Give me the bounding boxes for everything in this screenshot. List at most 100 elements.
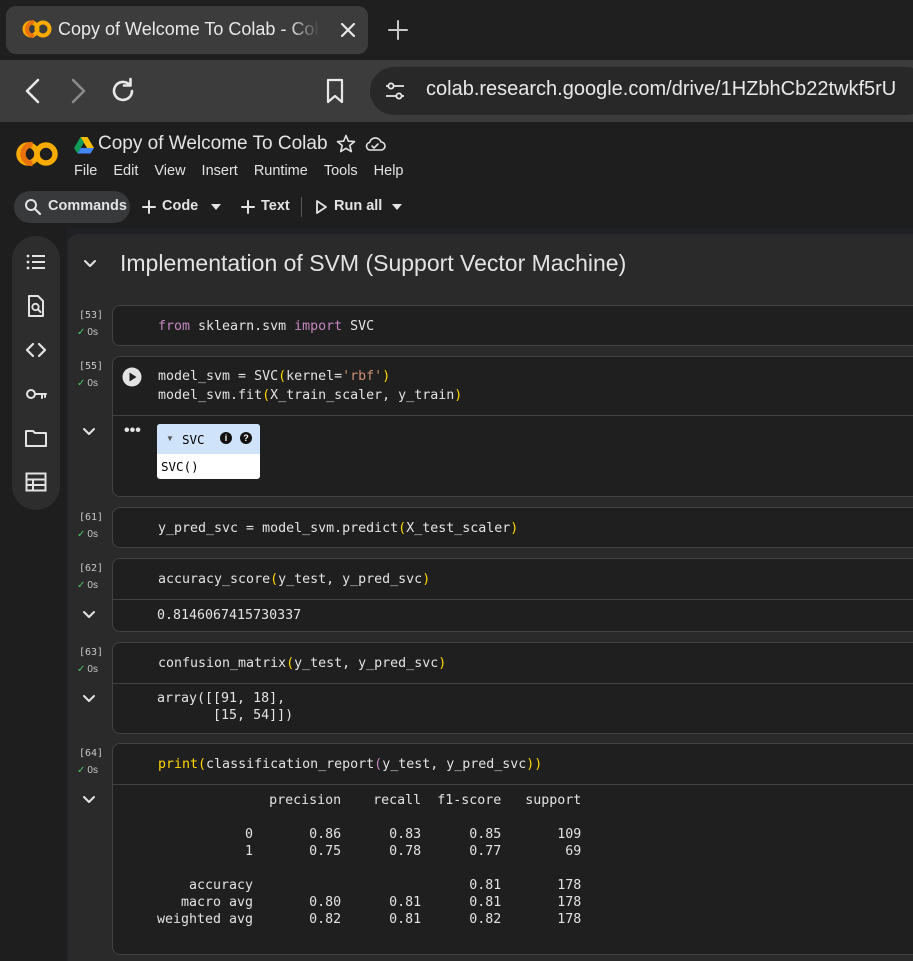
code-cell[interactable]: y_pred_svc = model_svm.predict(X_test_sc… [112,507,913,548]
check-icon: ✓ [77,664,86,675]
code-token: ( [398,521,407,536]
section-heading: Implementation of SVM (Support Vector Ma… [120,250,627,276]
execution-count: [62] [79,563,104,574]
execution-count: [61] [79,512,104,523]
notebook-title[interactable]: Copy of Welcome To Colab [98,133,328,155]
cloud-saved-icon[interactable] [364,135,386,153]
code-token: ) [422,572,431,587]
colab-logo-icon[interactable] [16,138,58,170]
execution-status: ✓ 0s [77,664,98,675]
check-icon: ✓ [77,327,86,338]
code-token: ( [286,656,295,671]
commands-button[interactable]: Commands [14,191,130,223]
browser-tab[interactable]: Copy of Welcome To Colab - Colab [6,6,368,54]
star-icon[interactable] [336,134,356,154]
output-divider [113,599,913,600]
code-dropdown-chevron-down-icon[interactable] [210,202,222,212]
estimator-header[interactable]: ▼ SVC i ? [157,424,260,454]
check-icon: ✓ [77,765,86,776]
execution-status: ✓ 0s [77,529,98,540]
collapse-output-chevron-down-icon[interactable] [80,606,98,624]
address-bar[interactable]: colab.research.google.com/drive/1HZbhCb2… [370,67,913,115]
execution-time: 0s [87,529,98,540]
bookmark-icon[interactable] [320,76,350,106]
code-cell[interactable]: confusion_matrix(y_test, y_pred_svc) arr… [112,642,913,734]
execution-count: [55] [79,361,104,372]
estimator-repr: SVC() [161,459,199,474]
browser-toolbar: colab.research.google.com/drive/1HZbhCb2… [0,60,913,122]
search-icon [25,199,42,216]
files-folder-icon[interactable] [24,426,48,450]
execution-count: [53] [79,310,104,321]
add-code-button[interactable]: Code [162,198,198,214]
commands-label: Commands [48,198,127,214]
find-in-document-icon[interactable] [24,294,48,318]
menu-edit[interactable]: Edit [113,163,138,179]
menu-insert[interactable]: Insert [202,163,238,179]
data-table-icon[interactable] [24,470,48,494]
code-line[interactable]: accuracy_score(y_test, y_pred_svc) [158,570,430,589]
info-icon[interactable]: i [220,432,232,444]
output-actions-ellipsis-icon[interactable]: ••• [124,422,141,440]
code-block[interactable]: model_svm = SVC(kernel='rbf') model_svm.… [158,367,462,405]
menu-help[interactable]: Help [374,163,404,179]
code-token: print [158,757,199,772]
caret-down-icon: ▼ [166,434,174,443]
cell-output: precision recall f1-score support 0 0.86… [157,793,582,927]
new-tab-icon[interactable] [386,18,410,42]
add-text-icon[interactable] [240,199,256,215]
check-icon: ✓ [77,378,86,389]
execution-status: ✓ 0s [77,580,98,591]
back-icon[interactable] [18,76,48,106]
add-code-icon[interactable] [141,199,157,215]
execution-time: 0s [87,765,98,776]
run-all-chevron-down-icon[interactable] [391,202,403,212]
run-cell-play-icon[interactable] [122,367,142,387]
menu-view[interactable]: View [154,163,185,179]
code-token: y_pred_svc = model_svm.predict [158,521,399,536]
execution-time: 0s [87,664,98,675]
code-token: ) [438,656,447,671]
add-text-button[interactable]: Text [261,198,290,214]
code-token: model_svm = SVC [158,369,279,384]
collapse-section-chevron-down-icon[interactable] [80,254,100,274]
menu-runtime[interactable]: Runtime [254,163,308,179]
code-token: ) [454,388,463,403]
table-of-contents-icon[interactable] [24,250,48,274]
code-line[interactable]: print(classification_report(y_test, y_pr… [158,755,542,774]
execution-status: ✓ 0s [77,765,98,776]
code-line[interactable]: confusion_matrix(y_test, y_pred_svc) [158,654,446,673]
cell-output: 0.8146067415730337 [157,608,302,623]
menu-tools[interactable]: Tools [324,163,358,179]
reload-icon[interactable] [108,76,138,106]
code-line[interactable]: y_pred_svc = model_svm.predict(X_test_sc… [158,519,518,538]
secrets-key-icon[interactable] [24,382,48,406]
collapse-output-chevron-down-icon[interactable] [80,423,98,441]
site-settings-icon[interactable] [384,80,406,102]
collapse-output-chevron-down-icon[interactable] [80,690,98,708]
code-token: model_svm.fit [158,388,263,403]
execution-time: 0s [87,378,98,389]
code-cell[interactable]: print(classification_report(y_test, y_pr… [112,743,913,955]
run-all-button[interactable]: Run all [334,198,382,214]
google-drive-icon [74,137,94,154]
estimator-name: SVC [182,432,205,447]
code-cell[interactable]: accuracy_score(y_test, y_pred_svc) 0.814… [112,558,913,632]
tab-title: Copy of Welcome To Colab - Colab [58,19,320,39]
code-snippets-icon[interactable] [24,338,48,362]
colab-header: Copy of Welcome To Colab File Edit View … [0,122,913,186]
menu-file[interactable]: File [74,163,97,179]
toolbar-divider [301,197,302,217]
help-icon[interactable]: ? [240,432,252,444]
code-token: y_test, y_pred_svc [382,757,527,772]
code-cell[interactable]: from sklearn.svm import SVC [112,305,913,346]
forward-icon[interactable] [63,76,93,106]
collapse-output-chevron-down-icon[interactable] [80,791,98,809]
code-token: ( [198,757,207,772]
estimator-widget[interactable]: ▼ SVC i ? SVC() [157,424,260,479]
cell-output: array([[91, 18], [15, 54]]) [157,691,294,723]
run-all-play-icon[interactable] [314,199,328,215]
close-tab-icon[interactable] [336,18,360,42]
code-token: sklearn.svm [190,319,295,334]
code-line[interactable]: from sklearn.svm import SVC [158,317,374,336]
